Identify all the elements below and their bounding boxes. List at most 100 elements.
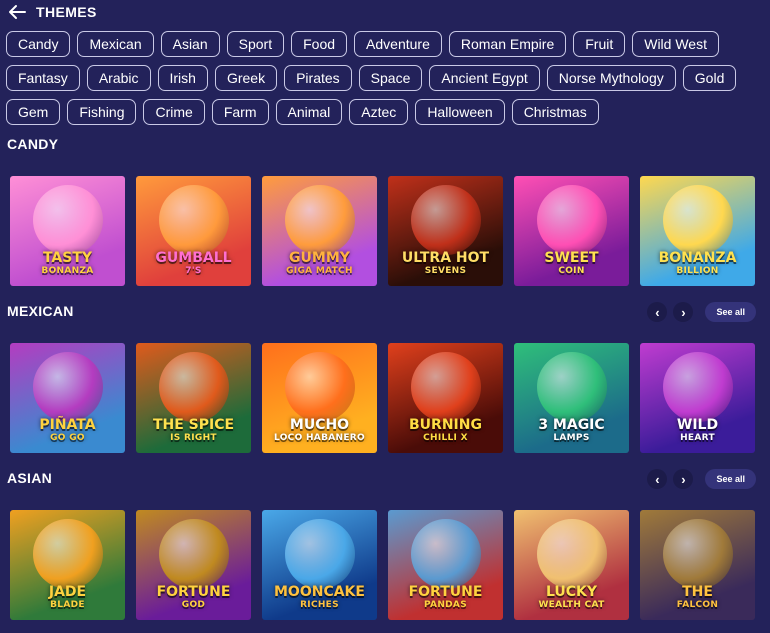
theme-chip[interactable]: Adventure: [354, 31, 442, 57]
game-title: FORTUNE PANDAS: [405, 585, 487, 620]
theme-chip[interactable]: Sport: [226, 31, 285, 57]
game-subtitle: BILLION: [676, 266, 719, 276]
game-tile[interactable]: LUCKY WEALTH CAT: [514, 510, 629, 620]
game-tile[interactable]: The Spice is Right: [136, 343, 251, 453]
theme-chip[interactable]: Crime: [143, 99, 205, 125]
theme-chip[interactable]: Pirates: [284, 65, 352, 91]
game-subtitle: COIN: [558, 266, 585, 276]
game-tile[interactable]: SWEET COIN: [514, 176, 629, 286]
scroll-right-button[interactable]: ›: [673, 469, 694, 489]
section-title-asian: ASIAN: [7, 470, 53, 486]
game-name: JADE: [48, 584, 87, 600]
page-title: THEMES: [36, 4, 97, 20]
game-tile[interactable]: JADE BLADE: [10, 510, 125, 620]
theme-chip[interactable]: Irish: [157, 65, 208, 91]
game-title: TASTY BONANZA: [37, 251, 97, 286]
game-title: 3 Magic lamps: [534, 418, 608, 453]
theme-chip-list: Candy Mexican Asian Sport Food Adventure Roman…: [6, 31, 766, 125]
theme-chip[interactable]: Ancient Egypt: [429, 65, 540, 91]
theme-chip[interactable]: Space: [358, 65, 423, 91]
game-title: ULTRA HOT SEVENS: [398, 251, 493, 286]
scroll-right-button[interactable]: ›: [673, 302, 694, 322]
theme-chip[interactable]: Fishing: [67, 99, 137, 125]
theme-chip[interactable]: Gold: [682, 65, 737, 91]
see-all-button[interactable]: See all: [705, 302, 756, 322]
game-title: FORTUNE GOD: [153, 585, 235, 620]
game-name: SWEET: [544, 250, 599, 266]
game-name: FORTUNE: [156, 584, 231, 600]
game-name: Gumball: [155, 250, 232, 266]
game-subtitle: BONANZA: [41, 266, 94, 276]
game-artwork: [410, 352, 481, 422]
theme-chip[interactable]: Candy: [6, 31, 71, 57]
section-title-mexican: MEXICAN: [7, 303, 74, 319]
see-all-button[interactable]: See all: [705, 469, 756, 489]
game-subtitle: lamps: [553, 433, 590, 443]
game-tile[interactable]: Mucho Loco Habanero: [262, 343, 377, 453]
game-tile[interactable]: 3 Magic lamps: [514, 343, 629, 453]
theme-chip[interactable]: Gem: [6, 99, 61, 125]
game-tile[interactable]: THE FALCON: [640, 510, 755, 620]
game-name: Mucho: [289, 417, 350, 433]
theme-chip[interactable]: Halloween: [415, 99, 505, 125]
game-title: The Spice is Right: [149, 418, 238, 453]
theme-chip[interactable]: Norse Mythology: [546, 65, 676, 91]
theme-chip[interactable]: Roman Empire: [448, 31, 567, 57]
game-title: THE FALCON: [673, 585, 722, 620]
game-tile[interactable]: WILD HEART: [640, 343, 755, 453]
game-subtitle: FALCON: [676, 600, 719, 610]
game-subtitle: PANDAS: [423, 600, 467, 610]
back-arrow-icon[interactable]: [8, 4, 26, 20]
game-tile[interactable]: GUMMY GIGA MATCH: [262, 176, 377, 286]
scroll-left-button[interactable]: ‹: [647, 302, 668, 322]
game-tile[interactable]: BURNING CHILLI X: [388, 343, 503, 453]
game-tile[interactable]: BONANZA BILLION: [640, 176, 755, 286]
game-artwork: [32, 352, 103, 422]
game-subtitle: HEART: [680, 433, 715, 443]
theme-chip[interactable]: Food: [291, 31, 348, 57]
game-row-candy: TASTY BONANZA Gumball 7's GUMMY GIGA MATCH ULT…: [10, 176, 755, 286]
theme-chip[interactable]: Mexican: [77, 31, 154, 57]
scroll-left-button[interactable]: ‹: [647, 469, 668, 489]
section-nav-mexican: ‹ › See all: [647, 302, 756, 322]
game-title: GUMMY GIGA MATCH: [282, 251, 357, 286]
game-tile[interactable]: TASTY BONANZA: [10, 176, 125, 286]
game-subtitle: RICHES: [300, 600, 339, 610]
game-artwork: [536, 352, 607, 422]
game-name: LUCKY: [545, 584, 598, 600]
theme-chip[interactable]: Wild West: [632, 31, 719, 57]
game-tile[interactable]: FORTUNE PANDAS: [388, 510, 503, 620]
game-subtitle: GIGA MATCH: [286, 266, 353, 276]
game-title: BURNING CHILLI X: [405, 418, 486, 453]
game-name: PIÑATA: [39, 417, 96, 433]
theme-chip[interactable]: Aztec: [349, 99, 409, 125]
game-name: TASTY: [42, 250, 93, 266]
game-title: PIÑATA GO GO: [35, 418, 99, 453]
theme-chip[interactable]: Animal: [275, 99, 343, 125]
game-tile[interactable]: Gumball 7's: [136, 176, 251, 286]
theme-chip[interactable]: Greek: [214, 65, 278, 91]
section-title-candy: CANDY: [7, 136, 59, 152]
game-artwork: [662, 185, 733, 255]
theme-chip[interactable]: Asian: [160, 31, 220, 57]
game-title: LUCKY WEALTH CAT: [534, 585, 608, 620]
theme-chip[interactable]: Farm: [211, 99, 269, 125]
game-title: SWEET COIN: [540, 251, 602, 286]
theme-chip[interactable]: Fantasy: [6, 65, 80, 91]
game-artwork: [32, 185, 103, 255]
game-title: JADE BLADE: [45, 585, 90, 620]
game-tile[interactable]: ULTRA HOT SEVENS: [388, 176, 503, 286]
game-name: WILD: [676, 417, 719, 433]
theme-chip[interactable]: Arabic: [86, 65, 151, 91]
game-tile[interactable]: MOONCAKE RICHES: [262, 510, 377, 620]
theme-chip[interactable]: Fruit: [573, 31, 626, 57]
game-tile[interactable]: PIÑATA GO GO: [10, 343, 125, 453]
game-title: Gumball 7's: [151, 251, 235, 286]
game-subtitle: WEALTH CAT: [538, 600, 605, 610]
theme-chip[interactable]: Christmas: [511, 99, 599, 125]
page-header: THEMES: [8, 2, 97, 22]
game-artwork: [158, 519, 229, 589]
game-name: MOONCAKE: [274, 584, 365, 600]
game-tile[interactable]: FORTUNE GOD: [136, 510, 251, 620]
game-artwork: [32, 519, 103, 589]
